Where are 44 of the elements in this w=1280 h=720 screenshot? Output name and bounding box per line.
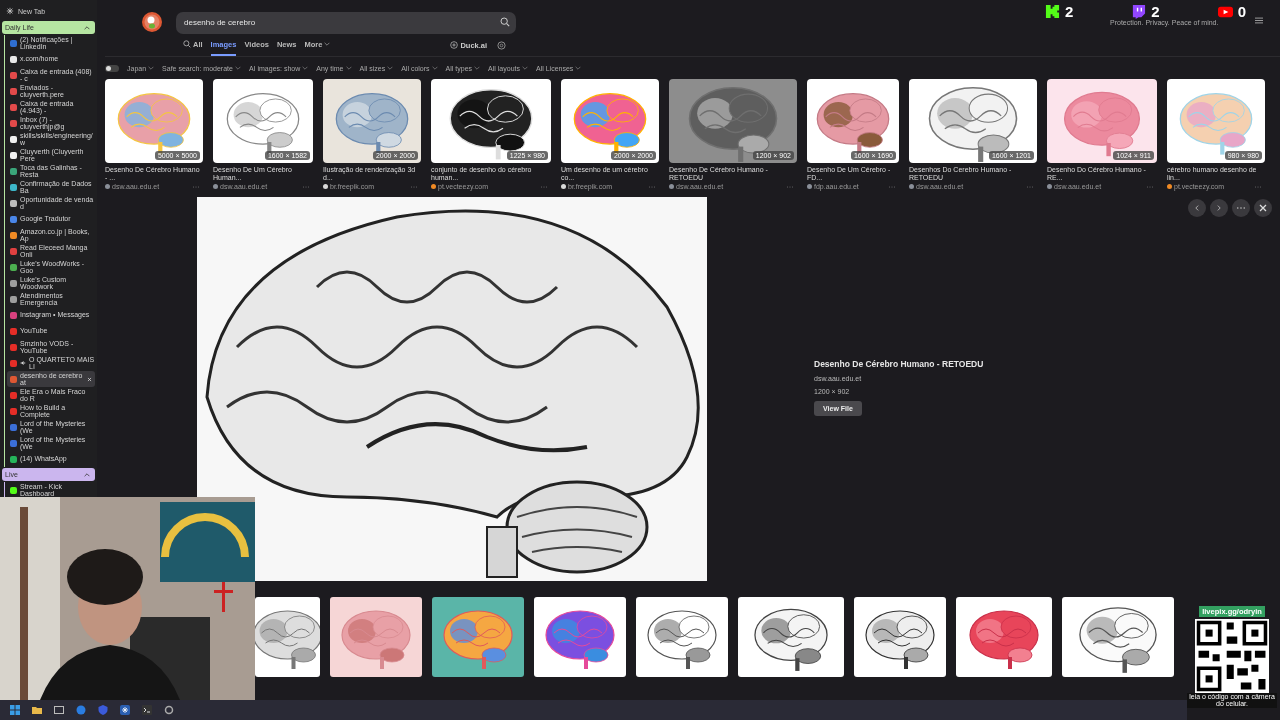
caret-icon (575, 65, 582, 71)
folder-icon[interactable] (32, 705, 42, 715)
window-icon[interactable] (54, 705, 64, 715)
next-button[interactable] (1210, 199, 1228, 217)
caret-icon (234, 65, 241, 71)
region-toggle[interactable] (105, 64, 119, 72)
caret-icon (345, 65, 352, 71)
image-title: Desenho De Cérebro Humano - RETOEDU (814, 359, 984, 369)
viewer-count: 2 (1151, 3, 1160, 20)
chevron-icon (84, 472, 90, 477)
more-options-button[interactable] (1232, 199, 1250, 217)
caret-icon (521, 65, 528, 71)
qr-code-icon (1195, 619, 1269, 693)
caret-icon (324, 41, 331, 47)
viewer-count: 0 (1237, 3, 1247, 20)
close-icon[interactable] (87, 376, 92, 382)
close-button[interactable] (1254, 199, 1272, 217)
twitch-logo-icon (1131, 4, 1147, 19)
settings-icon[interactable] (497, 40, 507, 50)
youtube-logo-icon (1217, 4, 1233, 19)
close-icon (1259, 204, 1267, 212)
caret-icon (302, 65, 309, 71)
search-icon (183, 40, 191, 48)
caret-icon (148, 65, 155, 71)
caret-icon (387, 65, 394, 71)
chevron-icon (84, 25, 90, 30)
search-field[interactable]: desenho de cerebro (176, 11, 516, 34)
terminal-icon[interactable] (142, 705, 152, 715)
shield-icon[interactable] (98, 705, 108, 715)
asterisk-icon[interactable] (120, 705, 130, 715)
duck-logo-icon[interactable] (142, 12, 162, 32)
caret-icon (474, 65, 481, 71)
windows-start-icon[interactable] (10, 705, 20, 715)
caret-icon (431, 65, 438, 71)
viewer-count: 2 (1065, 3, 1074, 20)
chevron-right-icon (1216, 205, 1222, 211)
menu-icon[interactable] (1255, 17, 1263, 24)
previous-button[interactable] (1188, 199, 1206, 217)
kick-logo-icon (1045, 4, 1060, 19)
plus-circle-icon (450, 41, 459, 49)
more-icon (1237, 204, 1245, 212)
speaker-icon[interactable] (20, 360, 26, 366)
chevron-left-icon (1194, 205, 1200, 211)
search-icon[interactable] (500, 17, 510, 27)
